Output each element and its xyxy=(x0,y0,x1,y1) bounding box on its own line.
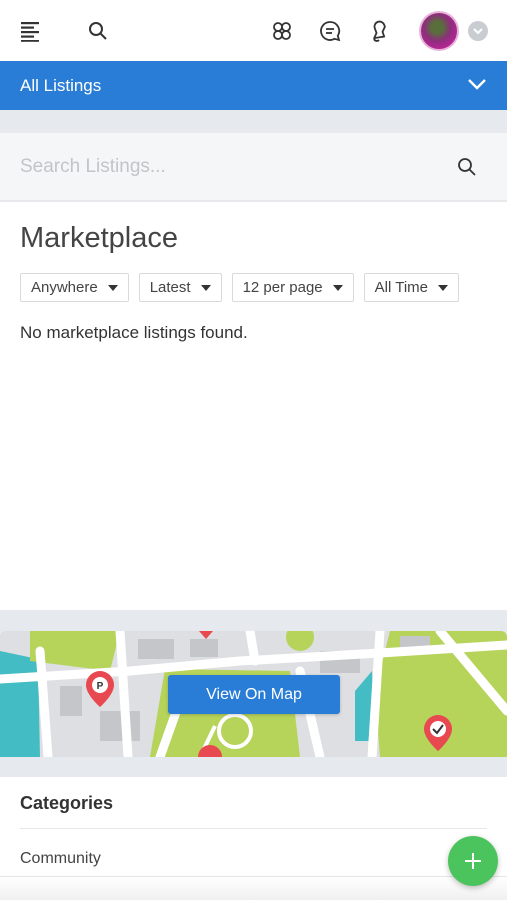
filter-label: Latest xyxy=(149,279,191,296)
empty-state-message: No marketplace listings found. xyxy=(20,323,248,342)
search-icon[interactable] xyxy=(80,13,116,49)
avatar[interactable] xyxy=(419,11,459,51)
chevron-down-icon[interactable] xyxy=(468,21,488,41)
search-icon[interactable] xyxy=(457,157,477,182)
marketplace-panel: Marketplace Anywhere Latest 12 per page … xyxy=(0,202,507,610)
groups-icon[interactable] xyxy=(264,13,300,49)
listings-dropdown-label: All Listings xyxy=(20,76,102,95)
bottom-edge xyxy=(0,876,507,900)
filter-label: Anywhere xyxy=(31,279,98,296)
caret-down-icon xyxy=(107,284,118,291)
divider xyxy=(20,828,487,829)
sort-filter[interactable]: Latest xyxy=(138,273,222,302)
caret-down-icon xyxy=(438,284,448,291)
time-filter[interactable]: All Time xyxy=(363,273,459,302)
caret-down-icon xyxy=(200,284,211,291)
search-bar xyxy=(0,133,507,201)
view-on-map-button[interactable]: View On Map xyxy=(168,675,340,714)
chat-icon[interactable] xyxy=(312,13,348,49)
map-preview[interactable]: P View On Map xyxy=(0,631,507,757)
location-filter[interactable]: Anywhere xyxy=(20,273,129,302)
notification-bell-icon[interactable] xyxy=(361,13,397,49)
categories-heading: Categories xyxy=(20,793,114,813)
filter-label: All Time xyxy=(374,279,428,296)
category-link-community[interactable]: Community xyxy=(20,850,101,868)
page-title: Marketplace xyxy=(20,222,178,254)
filter-bar: Anywhere Latest 12 per page All Time xyxy=(20,273,459,302)
svg-text:P: P xyxy=(97,681,104,692)
filter-label: 12 per page xyxy=(242,279,323,296)
search-input[interactable] xyxy=(20,151,440,183)
caret-down-icon xyxy=(332,284,343,291)
listings-dropdown[interactable]: All Listings xyxy=(0,61,507,110)
per-page-filter[interactable]: 12 per page xyxy=(231,273,354,302)
plus-icon xyxy=(465,853,481,869)
top-header xyxy=(0,0,507,61)
add-listing-button[interactable] xyxy=(448,836,498,886)
menu-icon[interactable] xyxy=(13,13,49,49)
chevron-down-icon xyxy=(467,77,487,96)
